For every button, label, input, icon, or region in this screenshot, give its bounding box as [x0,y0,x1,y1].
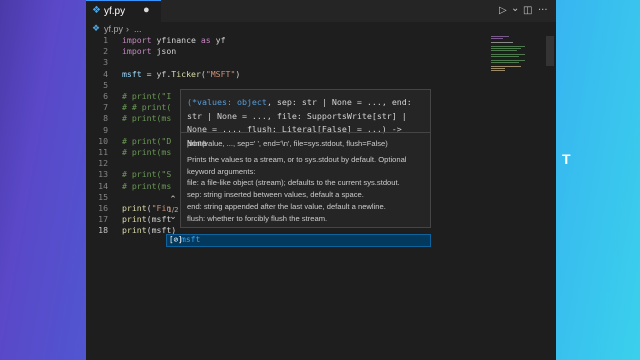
suggestion-label: msft [181,235,201,244]
code-token: yf [210,35,226,45]
line-source: # print(ms [122,147,171,157]
overload-down-icon[interactable]: ⌄ [166,212,180,222]
vertical-scrollbar[interactable] [546,36,554,66]
tab-yf-py[interactable]: ❖ yf.py ● [86,0,161,22]
code-token: import [122,35,152,45]
line-number: 3 [103,57,108,68]
line-source: # print(ms [122,113,171,123]
code-token: print [122,214,147,225]
code-token: yfinance [151,35,201,45]
code-token: = yf. [141,68,172,79]
code-line[interactable]: 3 [86,57,556,68]
code-token: msft [122,68,142,79]
line-source: # # print( [122,102,171,112]
code-token: Ticker [171,68,201,79]
line-source: print("Fin [122,203,171,213]
code-token: as [200,35,211,45]
overload-navigator: ⌃ 1/2 ⌄ [166,195,180,225]
line-number: 11 [98,147,108,157]
line-number: 16 [98,203,108,213]
line-source: # print("S [122,169,171,179]
line-number: 9 [103,124,108,135]
doc-line: Prints the values to a stream, or to sys… [187,154,407,176]
code-token: # print(ms [122,113,172,124]
line-source: # print("D [122,136,171,146]
doc-line: sep: string inserted between values, def… [187,190,364,200]
code-line[interactable]: 4 msft = yf.Ticker("MSFT") [86,69,556,80]
doc-line: print(value, ..., sep=' ', end='\n', fil… [187,139,388,148]
background-text-fragment: T [562,151,571,167]
line-number: 17 [98,214,108,225]
function-docstring: print(value, ..., sep=' ', end='\n', fil… [187,138,427,225]
line-number: 13 [98,169,108,180]
line-source: print(msft [122,214,171,224]
line-number: 8 [103,113,108,124]
line-number: 5 [103,79,108,90]
overload-up-icon[interactable]: ⌃ [166,195,180,205]
line-source: # print(ms [122,181,171,191]
code-token: # # print( [122,102,172,113]
line-source: import yfinance as yf [122,35,226,45]
suggestion-item[interactable]: [⊘] msft [166,234,431,247]
tab-label: yf.py [104,6,126,17]
run-icon[interactable]: ▷ [499,5,507,16]
code-line[interactable]: 2 import json [86,46,556,57]
code-token: # print("S [122,169,172,180]
doc-line: file: a file-like object (stream); defau… [187,178,400,188]
python-file-icon: ❖ [92,24,101,34]
code-token: ) [235,68,241,79]
line-number: 12 [98,158,108,169]
line-number: 18 [98,225,108,236]
parameter-hints-widget: (*values: object, sep: str | None = ...,… [180,89,431,228]
doc-line: end: string appended after the last valu… [187,201,386,211]
code-line[interactable]: 1 import yfinance as yf [86,35,556,46]
code-token: "MSFT" [205,68,236,79]
breadcrumb-file[interactable]: yf.py [104,24,123,34]
run-menu-chevron-icon[interactable]: ⌄ [511,3,519,14]
code-token: # print(ms [122,180,172,191]
more-actions-icon[interactable]: ··· [538,5,548,16]
breadcrumb-separator: › [126,24,129,34]
line-number: 2 [103,46,108,57]
code-token: # print("I [122,91,172,101]
line-number: 4 [103,68,108,79]
breadcrumb-symbol[interactable]: ... [134,24,142,34]
code-token: import [122,46,152,57]
active-parameter: (*values: object [187,97,267,107]
line-source: # print("I [122,91,171,101]
line-number: 1 [103,35,108,45]
line-source: msft = yf.Ticker("MSFT") [122,69,240,79]
doc-line: flush: whether to forcibly flush the str… [187,213,328,223]
python-file-icon: ❖ [92,5,101,16]
line-number: 7 [103,102,108,113]
code-token: print [122,203,147,213]
minimap[interactable] [491,36,541,76]
code-token: # print("D [122,135,172,146]
divider [181,132,430,133]
line-number: 14 [98,180,108,191]
line-number: 15 [98,191,108,202]
tab-bar: ❖ yf.py ● ▷ ⌄ ◫ ··· [86,0,556,22]
line-source: import json [122,46,176,56]
line-number: 10 [98,135,108,146]
code-token: print [122,225,147,236]
line-number: 6 [103,91,108,101]
unsaved-dot-icon[interactable]: ● [143,4,150,16]
code-token: # print(ms [122,147,172,157]
split-editor-icon[interactable]: ◫ [523,5,532,16]
code-token: json [151,46,177,57]
